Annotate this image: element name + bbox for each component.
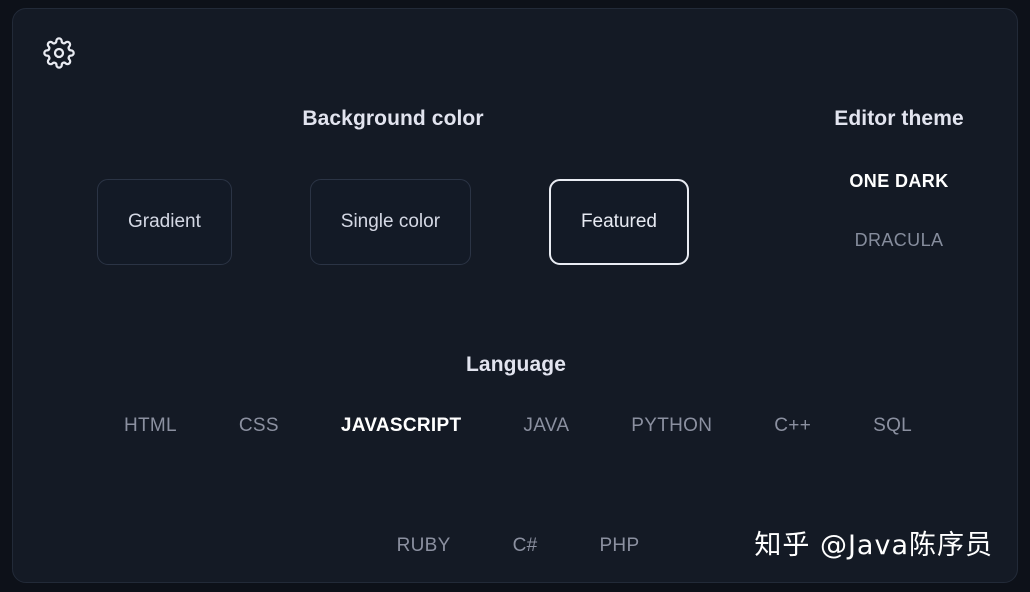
- background-option-single-color[interactable]: Single color: [309, 179, 472, 265]
- background-color-heading: Background color: [302, 107, 484, 130]
- language-option-sql[interactable]: SQL: [842, 415, 943, 437]
- language-option-c[interactable]: C#: [482, 535, 569, 557]
- gear-icon: [43, 37, 75, 69]
- language-option-javascript[interactable]: JAVASCRIPT: [310, 415, 493, 437]
- background-option-label: Featured: [580, 211, 657, 232]
- language-option-css[interactable]: CSS: [208, 415, 310, 437]
- background-color-options: Gradient Single color Featured: [97, 174, 689, 270]
- language-option-html[interactable]: HTML: [93, 415, 208, 437]
- settings-panel: Background color Editor theme Gradient Si…: [12, 8, 1018, 583]
- theme-option-dracula[interactable]: DRACULA: [773, 230, 1017, 251]
- background-option-featured[interactable]: Featured: [548, 179, 689, 265]
- language-option-c[interactable]: C++: [743, 415, 842, 437]
- editor-theme-options: ONE DARK DRACULA: [773, 171, 1017, 289]
- background-option-gradient[interactable]: Gradient: [97, 179, 232, 265]
- language-option-php[interactable]: PHP: [568, 535, 670, 557]
- language-option-ruby[interactable]: RUBY: [366, 535, 482, 557]
- watermark-text: 知乎 @Java陈序员: [754, 530, 993, 561]
- language-option-java[interactable]: JAVA: [492, 415, 600, 437]
- language-option-python[interactable]: PYTHON: [600, 415, 743, 437]
- background-option-label: Gradient: [128, 211, 201, 232]
- settings-gear-button[interactable]: [35, 29, 83, 77]
- editor-theme-heading: Editor theme: [834, 107, 964, 130]
- background-option-label: Single color: [340, 211, 441, 232]
- language-heading: Language: [466, 353, 566, 376]
- theme-option-one-dark[interactable]: ONE DARK: [773, 171, 1017, 192]
